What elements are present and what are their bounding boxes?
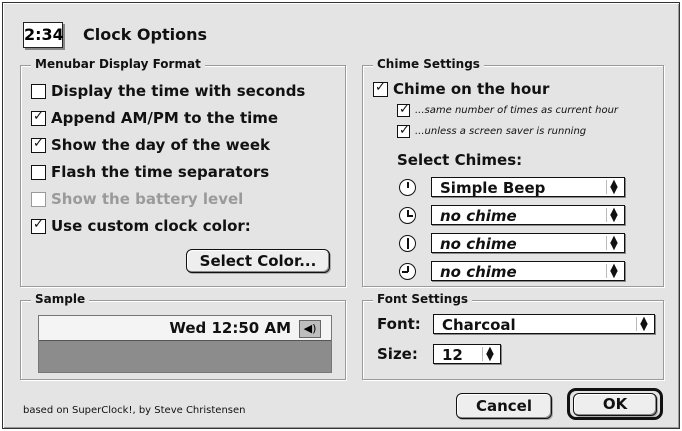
font-settings-title: Font Settings — [373, 292, 473, 306]
checkbox[interactable] — [397, 104, 410, 117]
sample-title: Sample — [31, 292, 90, 306]
chime-settings-group: Chime Settings Chime on the hour ...same… — [362, 57, 664, 287]
sample-menubar: Wed 12:50 AM ◀) — [39, 316, 331, 341]
checkbox[interactable] — [31, 218, 46, 234]
font-label: Font: — [377, 315, 421, 333]
font-select[interactable]: Charcoal ▲ ▼ — [433, 314, 655, 334]
select-chimes-label: Select Chimes: — [397, 151, 523, 169]
popup-arrows-icon: ▲ ▼ — [606, 235, 621, 252]
checkbox — [31, 191, 46, 207]
chime-three-quarter-select[interactable]: no chime ▲ ▼ — [431, 261, 625, 281]
font-settings-group: Font Settings Font: Charcoal ▲ ▼ Size: 12… — [362, 292, 664, 380]
unless-screensaver-checkbox[interactable]: ...unless a screen saver is running — [397, 125, 586, 138]
popup-arrows-icon: ▲ ▼ — [482, 346, 497, 363]
clock-options-dialog: 2:34 Clock Options Menubar Display Forma… — [2, 2, 680, 429]
sample-group: Sample Wed 12:50 AM ◀) — [20, 292, 346, 380]
sample-color-swatch — [39, 341, 331, 372]
option-battery-level: Show the battery level — [31, 190, 243, 208]
chime-quarter-select[interactable]: no chime ▲ ▼ — [431, 205, 625, 225]
ok-button-default-ring: OK — [567, 388, 663, 420]
checkbox[interactable] — [31, 137, 46, 153]
option-custom-color[interactable]: Use custom clock color: — [31, 217, 251, 235]
size-label: Size: — [377, 345, 418, 363]
sample-preview: Wed 12:50 AM ◀) — [38, 315, 332, 373]
clock-half-icon — [399, 235, 416, 252]
option-flash-separators[interactable]: Flash the time separators — [31, 163, 269, 181]
popup-arrows-icon: ▲ ▼ — [606, 179, 621, 196]
checkbox[interactable] — [397, 125, 410, 138]
credit-text: based on SuperClock!, by Steve Christens… — [23, 405, 246, 416]
cancel-button[interactable]: Cancel — [456, 393, 552, 419]
chime-half-select[interactable]: no chime ▲ ▼ — [431, 233, 625, 253]
popup-arrows-icon: ▲ ▼ — [606, 263, 621, 280]
chime-settings-title: Chime Settings — [373, 57, 484, 71]
menubar-format-title: Menubar Display Format — [31, 57, 205, 71]
option-display-seconds[interactable]: Display the time with seconds — [31, 82, 305, 100]
same-number-checkbox[interactable]: ...same number of times as current hour — [397, 104, 618, 117]
popup-arrows-icon: ▲ ▼ — [636, 316, 651, 333]
checkbox[interactable] — [31, 164, 46, 180]
checkbox[interactable] — [31, 83, 46, 99]
menubar-format-group: Menubar Display Format Display the time … — [20, 57, 346, 287]
option-show-day[interactable]: Show the day of the week — [31, 136, 270, 154]
chime-hour-select[interactable]: Simple Beep ▲ ▼ — [431, 177, 625, 197]
size-select[interactable]: 12 ▲ ▼ — [433, 344, 501, 364]
speaker-icon: ◀) — [299, 320, 321, 338]
clock-quarter-icon — [399, 207, 416, 224]
popup-arrows-icon: ▲ ▼ — [606, 207, 621, 224]
chime-on-hour-checkbox[interactable]: Chime on the hour — [373, 80, 549, 98]
dialog-title: Clock Options — [83, 25, 208, 44]
ok-button[interactable]: OK — [573, 393, 657, 416]
checkbox[interactable] — [31, 110, 46, 126]
select-color-button[interactable]: Select Color... — [186, 249, 330, 273]
sample-time-text: Wed 12:50 AM — [169, 319, 291, 337]
option-append-ampm[interactable]: Append AM/PM to the time — [31, 109, 278, 127]
clock-hour-icon — [399, 179, 416, 196]
clock-three-quarter-icon — [399, 263, 416, 280]
checkbox[interactable] — [373, 81, 388, 97]
time-badge: 2:34 — [23, 22, 64, 48]
